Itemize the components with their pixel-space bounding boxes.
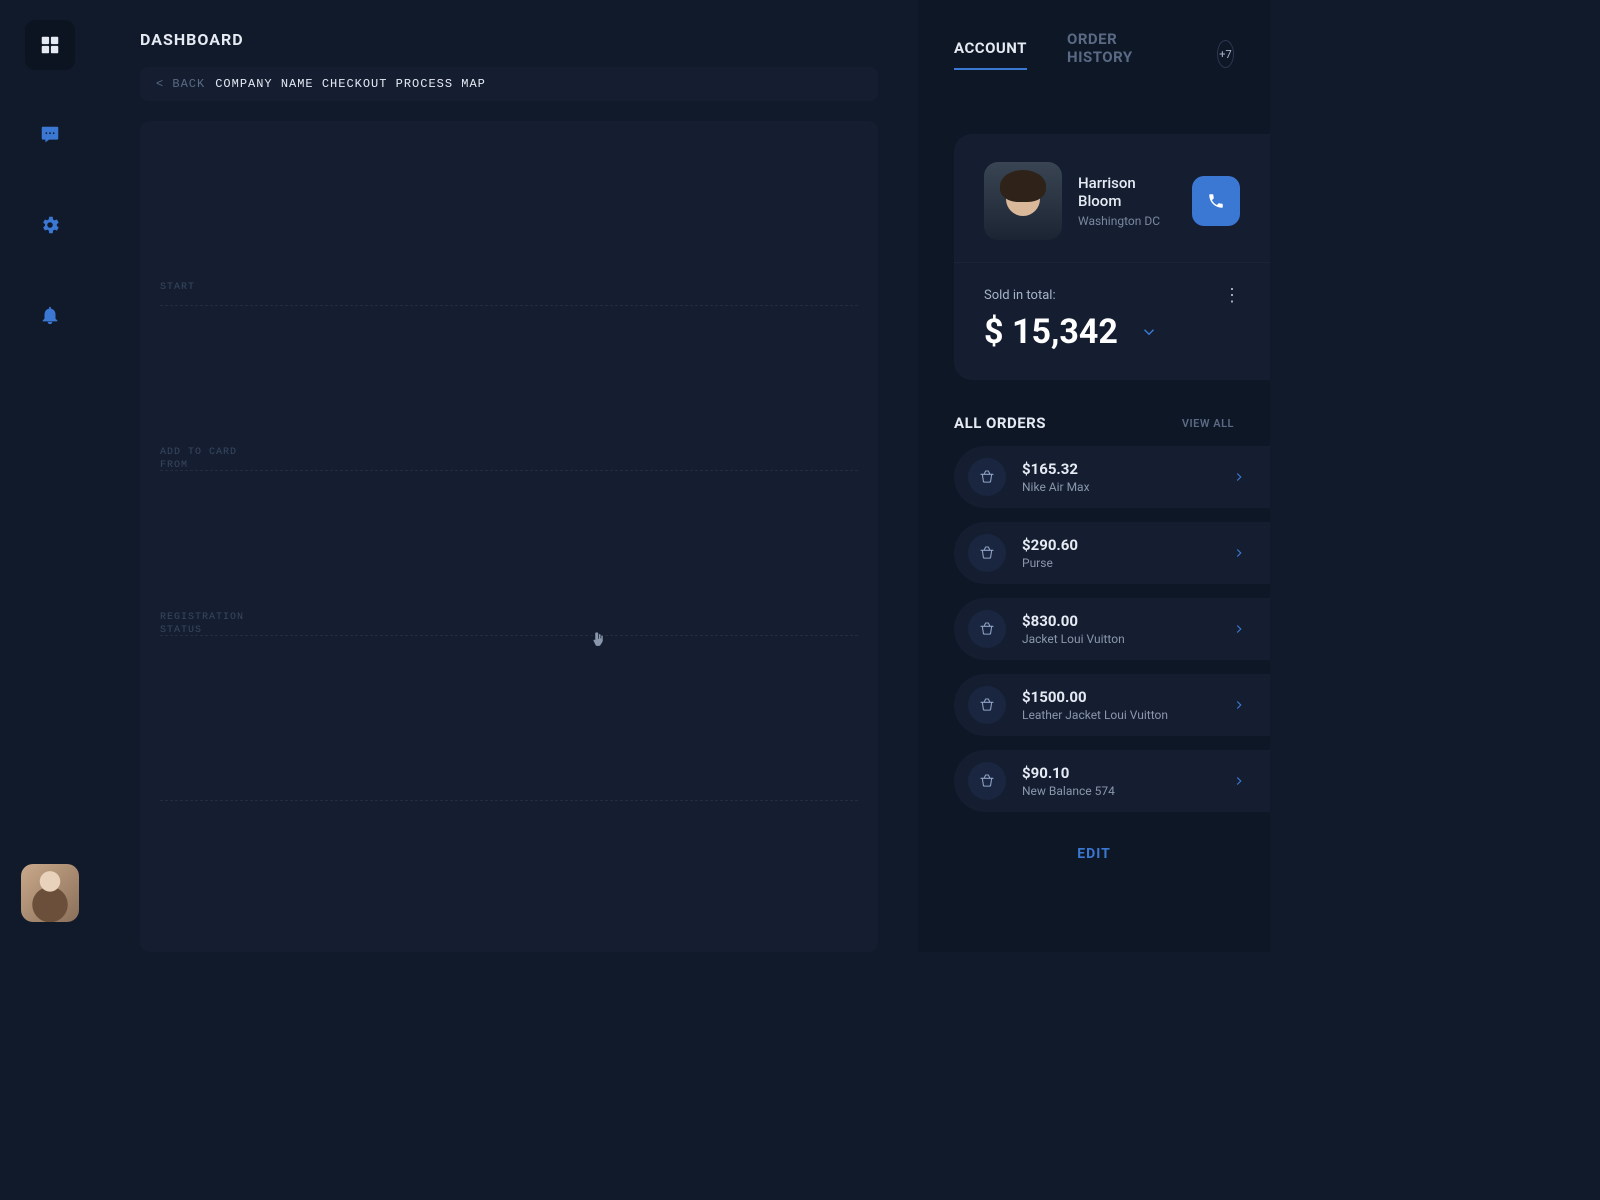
- process-canvas[interactable]: START ADD TO CARD FROM REGISTRATION STAT…: [140, 121, 878, 952]
- order-price: $90.10: [1022, 764, 1216, 782]
- account-panel: ACCOUNT ORDER HISTORY +7 Harrison Bloom …: [918, 0, 1270, 952]
- panel-tabs: ACCOUNT ORDER HISTORY +7: [918, 30, 1270, 94]
- order-name: Nike Air Max: [1022, 480, 1216, 494]
- page-title: DASHBOARD: [140, 30, 878, 49]
- order-price: $830.00: [1022, 612, 1216, 630]
- more-menu[interactable]: ⋮: [1223, 285, 1240, 306]
- user-avatar-small[interactable]: [21, 864, 79, 922]
- bell-icon: [39, 304, 61, 326]
- chevron-right-icon: [1232, 470, 1246, 484]
- lane-label: REGISTRATION STATUS: [160, 611, 244, 637]
- order-price: $290.60: [1022, 536, 1216, 554]
- back-button[interactable]: < BACK: [156, 77, 205, 91]
- cursor-hand-icon: [590, 631, 608, 649]
- main-content: DASHBOARD < BACK COMPANY NAME CHECKOUT P…: [100, 0, 918, 952]
- sidebar-item-dashboard[interactable]: [25, 20, 75, 70]
- chevron-right-icon: [1232, 698, 1246, 712]
- order-name: Purse: [1022, 556, 1216, 570]
- order-name: New Balance 574: [1022, 784, 1216, 798]
- order-list: $165.32 Nike Air Max $290.60 Purse $830.…: [918, 446, 1270, 812]
- phone-icon: [1207, 192, 1225, 210]
- total-label: Sold in total:: [984, 288, 1056, 303]
- sidebar-item-chat[interactable]: [25, 110, 75, 160]
- order-row[interactable]: $290.60 Purse: [954, 522, 1270, 584]
- order-row[interactable]: $165.32 Nike Air Max: [954, 446, 1270, 508]
- orders-title: ALL ORDERS: [954, 414, 1046, 432]
- chevron-right-icon: [1232, 622, 1246, 636]
- order-name: Leather Jacket Loui Vuitton: [1022, 708, 1216, 722]
- tab-account[interactable]: ACCOUNT: [954, 39, 1027, 69]
- profile-name: Harrison Bloom: [1078, 174, 1176, 210]
- user-avatar: [984, 162, 1062, 240]
- gear-icon: [39, 214, 61, 236]
- basket-icon: [968, 534, 1006, 572]
- grid-icon: [39, 34, 61, 56]
- basket-icon: [968, 762, 1006, 800]
- chat-icon: [39, 124, 61, 146]
- total-amount: $ 15,342: [984, 312, 1118, 352]
- order-row[interactable]: $1500.00 Leather Jacket Loui Vuitton: [954, 674, 1270, 736]
- chevron-right-icon: [1232, 774, 1246, 788]
- sidebar-item-settings[interactable]: [25, 200, 75, 250]
- breadcrumb-path: COMPANY NAME CHECKOUT PROCESS MAP: [215, 77, 486, 91]
- basket-icon: [968, 458, 1006, 496]
- profile-card: Harrison Bloom Washington DC Sold in tot…: [954, 134, 1270, 380]
- lane-label: START: [160, 281, 195, 294]
- sidebar-item-notifications[interactable]: [25, 290, 75, 340]
- profile-location: Washington DC: [1078, 214, 1176, 228]
- sidebar-nav: [0, 0, 100, 952]
- basket-icon: [968, 610, 1006, 648]
- order-price: $1500.00: [1022, 688, 1216, 706]
- chevron-right-icon: [1232, 546, 1246, 560]
- edit-button[interactable]: EDIT: [1077, 846, 1111, 862]
- tab-order-history[interactable]: ORDER HISTORY: [1067, 30, 1137, 78]
- breadcrumb: < BACK COMPANY NAME CHECKOUT PROCESS MAP: [140, 67, 878, 101]
- call-button[interactable]: [1192, 176, 1240, 226]
- order-price: $165.32: [1022, 460, 1216, 478]
- tab-more-count[interactable]: +7: [1217, 40, 1234, 68]
- order-name: Jacket Loui Vuitton: [1022, 632, 1216, 646]
- lane-label: ADD TO CARD FROM: [160, 446, 237, 472]
- order-row[interactable]: $90.10 New Balance 574: [954, 750, 1270, 812]
- chevron-down-icon[interactable]: [1140, 323, 1158, 341]
- view-all-link[interactable]: VIEW ALL: [1182, 417, 1234, 430]
- basket-icon: [968, 686, 1006, 724]
- order-row[interactable]: $830.00 Jacket Loui Vuitton: [954, 598, 1270, 660]
